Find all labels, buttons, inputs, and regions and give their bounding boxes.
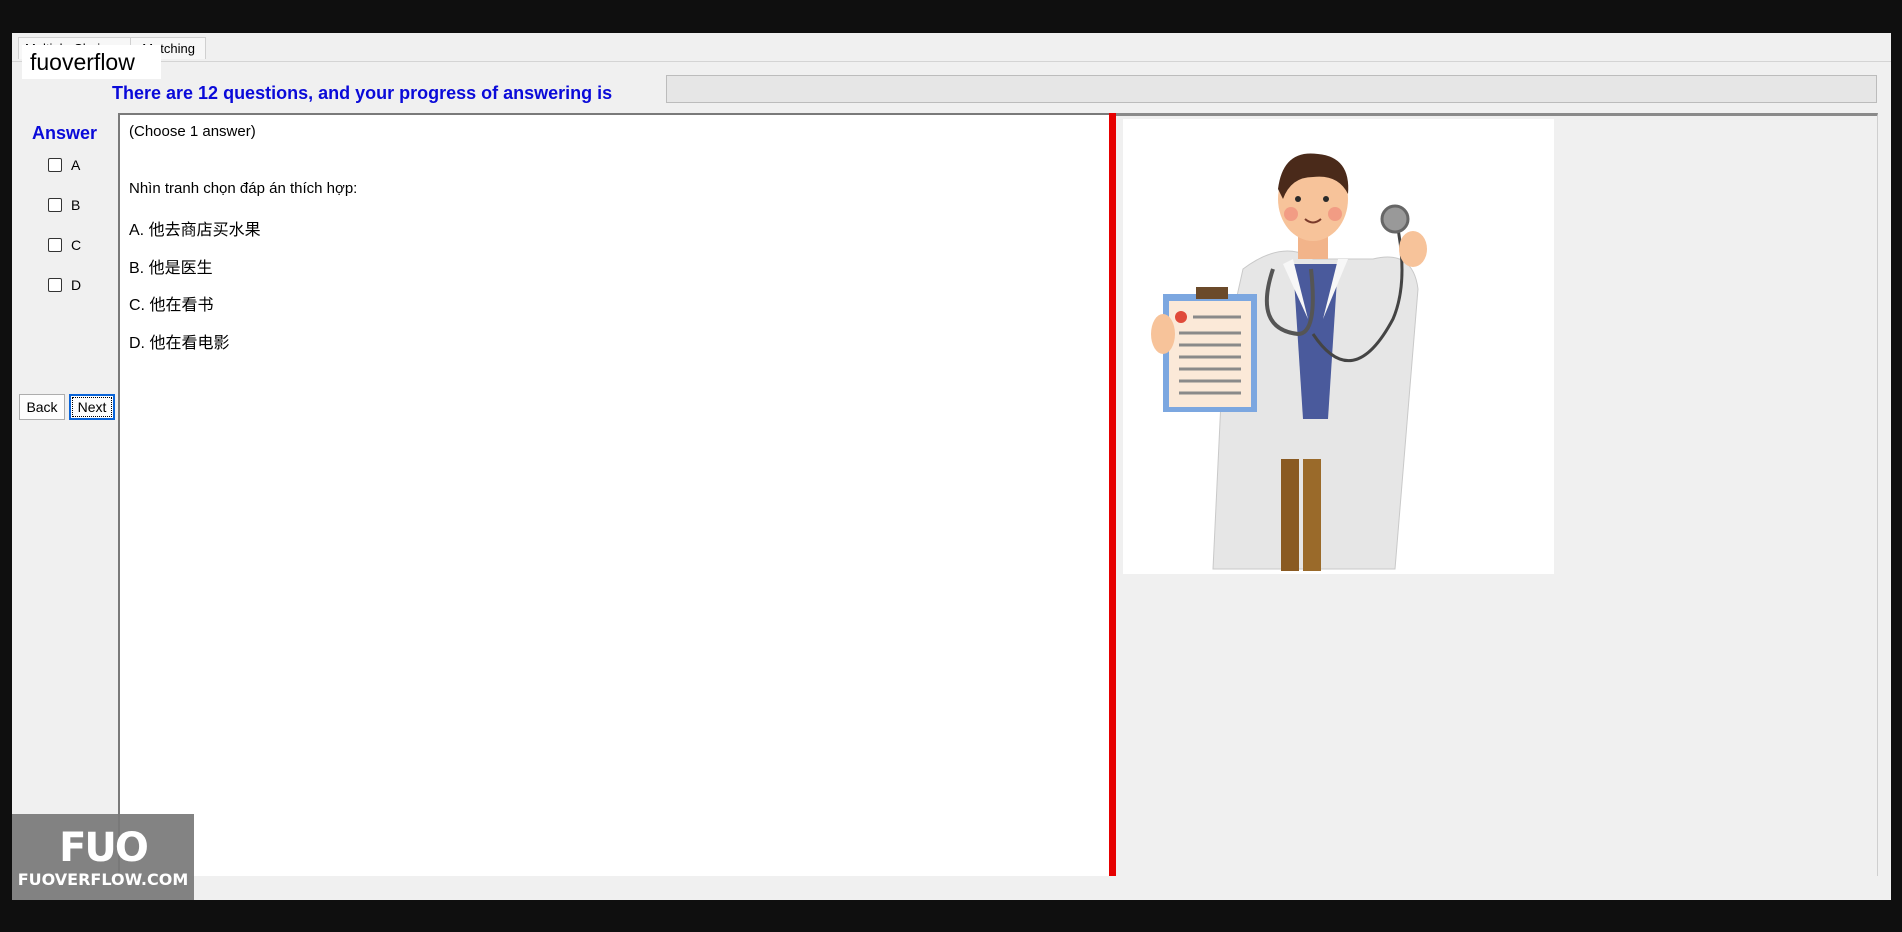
question-panel: (Choose 1 answer) Nhìn tranh chọn đáp án… [118, 113, 1109, 876]
question-prompt: Nhìn tranh chọn đáp án thích hợp: [129, 180, 358, 197]
progress-label: There are 12 questions, and your progres… [112, 83, 613, 103]
option-label: A [71, 157, 81, 173]
answer-option-b[interactable]: B [48, 197, 80, 213]
tab-strip: Multiple Choice Matching [12, 33, 1891, 62]
answer-option-d[interactable]: D [48, 277, 81, 293]
answer-option-a[interactable]: A [48, 157, 80, 173]
next-button[interactable]: Next [69, 394, 115, 420]
checkbox-a[interactable] [48, 158, 62, 172]
fuoverflow-logo: FUO FUOVERFLOW.COM [12, 814, 194, 900]
answer-heading: Answer [32, 123, 98, 143]
option-label: D [71, 277, 82, 293]
question-choice-b: B. 他是医生 [129, 260, 213, 277]
back-button[interactable]: Back [19, 394, 65, 420]
checkbox-b[interactable] [48, 198, 62, 212]
progress-bar [666, 75, 1877, 103]
exam-window: Multiple Choice Matching fuoverflow Ther… [12, 33, 1891, 900]
answer-option-c[interactable]: C [48, 237, 81, 253]
panel-splitter[interactable] [1109, 113, 1116, 876]
brand-overlay-label: fuoverflow [22, 45, 161, 79]
option-label: C [71, 237, 82, 253]
logo-mark: FUO [59, 824, 149, 871]
checkbox-c[interactable] [48, 238, 62, 252]
doctor-illustration-icon [1123, 119, 1554, 574]
question-choice-a: A. 他去商店买水果 [129, 222, 261, 239]
option-label: B [71, 197, 81, 213]
checkbox-d[interactable] [48, 278, 62, 292]
question-instruction: (Choose 1 answer) [129, 123, 256, 140]
logo-text: FUOVERFLOW.COM [17, 869, 189, 889]
image-panel [1116, 113, 1878, 876]
question-choice-d: D. 他在看电影 [129, 335, 230, 352]
question-choice-c: C. 他在看书 [129, 297, 214, 314]
